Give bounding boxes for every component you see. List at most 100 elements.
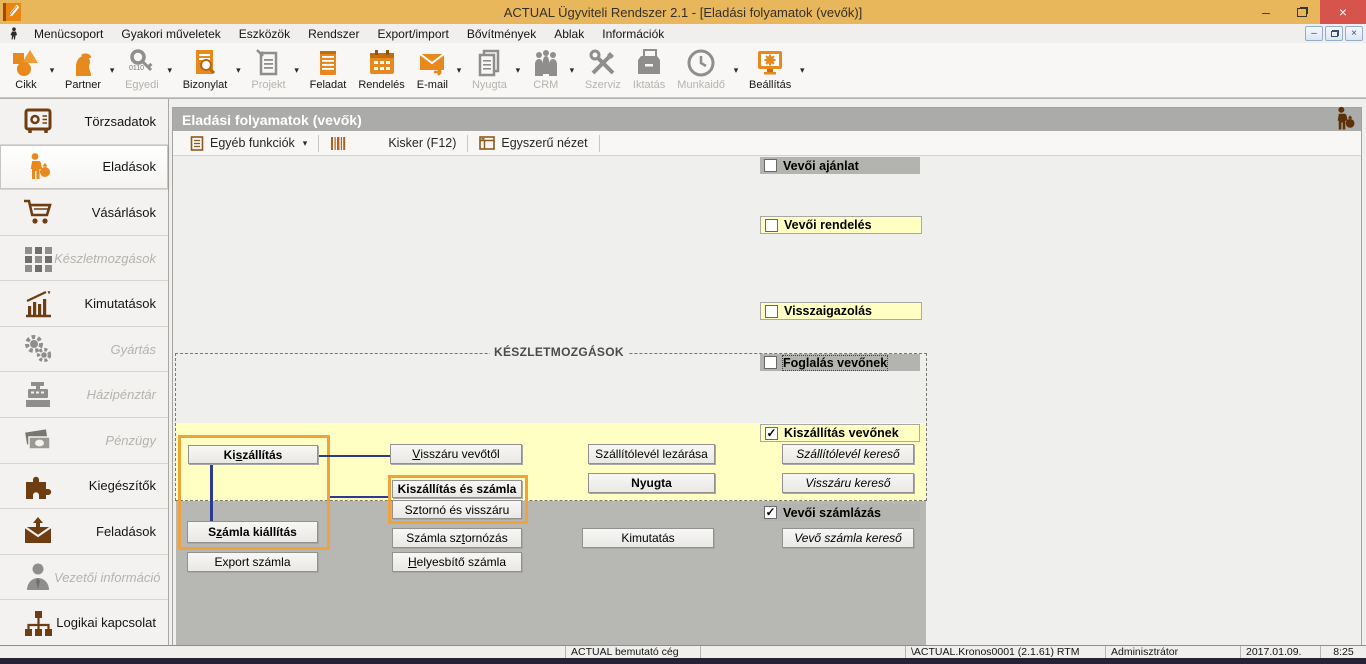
email-dropdown-arrow[interactable]: ▾ [453, 65, 465, 76]
status-empty-1 [0, 646, 565, 658]
checkbox-row-vevoi-rendeles[interactable]: Vevői rendelés [760, 216, 922, 234]
toolbar-item-email[interactable]: E-mail [410, 43, 453, 91]
menu-informaciok[interactable]: Információk [593, 27, 673, 41]
main-toolbar: Cikk ▾ Partner ▾ 0110 Egyedi ▾ Bizonylat… [0, 43, 1366, 98]
restore-icon [1297, 8, 1307, 17]
checkbox-row-foglalas-vevonek[interactable]: Foglalás vevőnek [760, 354, 920, 371]
bottom-edge-strip [0, 658, 1366, 664]
restore-button[interactable] [1284, 0, 1320, 24]
visszaru-kereso-button[interactable]: Visszáru kereső [782, 473, 914, 493]
separator [599, 135, 600, 152]
minimize-button[interactable]: – [1248, 0, 1284, 24]
menu-rendszer[interactable]: Rendszer [299, 27, 368, 41]
projekt-dropdown-arrow[interactable]: ▾ [291, 65, 303, 76]
crm-dropdown-arrow[interactable]: ▾ [566, 65, 578, 76]
kimutatas-button[interactable]: Kimutatás [582, 528, 714, 548]
toolbar-item-cikk[interactable]: Cikk [4, 43, 46, 91]
checkbox-vevoi-rendeles[interactable] [765, 219, 778, 232]
status-user: Adminisztrátor [1105, 646, 1240, 658]
partner-dropdown-arrow[interactable]: ▾ [106, 65, 118, 76]
bizonylat-dropdown-arrow[interactable]: ▾ [232, 65, 244, 76]
cikk-dropdown-arrow[interactable]: ▾ [46, 65, 58, 76]
visszaru-vevotol-button[interactable]: Visszáru vevőtől [390, 444, 522, 464]
helyesbito-szamla-button[interactable]: Helyesbítő számla [392, 552, 522, 572]
egyedi-dropdown-arrow[interactable]: ▾ [164, 65, 176, 76]
toolbar-item-partner[interactable]: Partner [58, 43, 106, 91]
menu-gyakori-muveletek[interactable]: Gyakori műveletek [112, 27, 229, 41]
sidebar-item-keszletmozgasok[interactable]: Készletmozgások [0, 236, 168, 282]
checkbox-vevoi-ajanlat[interactable] [764, 159, 777, 172]
window-title: ACTUAL Ügyviteli Rendszer 2.1 - [Eladási… [504, 5, 863, 20]
menu-bovitmenyek[interactable]: Bővítmények [458, 27, 545, 41]
vevo-szamla-kereso-button[interactable]: Vevő számla kereső [782, 528, 914, 548]
manager-icon [22, 561, 54, 593]
checkbox-row-visszaigazolas[interactable]: Visszaigazolás [760, 302, 922, 320]
toolbar-item-feladat[interactable]: Feladat [303, 43, 352, 91]
egyszeru-nezet-button[interactable]: Egyszerű nézet [468, 131, 598, 155]
kisker-button[interactable]: Kisker (F12) [319, 131, 467, 155]
szallitolevel-lezarasa-button[interactable]: Szállítólevél lezárása [588, 444, 715, 464]
nyugta-dropdown-arrow[interactable]: ▾ [512, 65, 524, 76]
rendeles-icon [367, 48, 397, 78]
checkbox-foglalas-vevonek[interactable] [764, 356, 777, 369]
menu-menucsoport[interactable]: Menücsoport [25, 27, 112, 41]
grid-icon [22, 242, 54, 274]
connector-kiszallitas-visszaru [318, 455, 390, 457]
menu-ablak[interactable]: Ablak [545, 27, 593, 41]
safe-icon [22, 105, 54, 137]
mdi-window-controls: – × [1305, 26, 1363, 41]
egyeb-funkciok-button[interactable]: Egyéb funkciók ▾ [179, 131, 318, 155]
action-bar: Egyéb funkciók ▾ Kisker (F12) Egyszerű n… [173, 131, 1361, 156]
toolbar-item-beallitas[interactable]: Beállítás [742, 43, 796, 91]
checkbox-row-kiszallitas-vevonek[interactable]: ✓ Kiszállítás vevőnek [760, 424, 920, 442]
checkbox-row-vevoi-szamlazas[interactable]: ✓ Vevői számlázás [760, 504, 920, 521]
checkbox-vevoi-szamlazas[interactable]: ✓ [764, 506, 777, 519]
close-button[interactable]: × [1320, 0, 1366, 24]
checkbox-visszaigazolas[interactable] [765, 305, 778, 318]
menu-eszkozok[interactable]: Eszközök [230, 27, 299, 41]
szamla-kiallitas-button[interactable]: Számla kiállítás [187, 521, 318, 543]
nyugta-button[interactable]: Nyugta [588, 473, 715, 493]
sidebar-item-kiegeszitok[interactable]: Kiegészítők [0, 464, 168, 510]
sidebar-item-hazipenztar[interactable]: Házipénztár [0, 372, 168, 418]
envelope-up-icon [22, 515, 54, 547]
sidebar-item-vasarlasok[interactable]: Vásárlások [0, 190, 168, 236]
checkbox-row-vevoi-ajanlat[interactable]: Vevői ajánlat [760, 157, 920, 174]
szallitolevel-kereso-button[interactable]: Szállítólevél kereső [782, 444, 914, 464]
toolbar-item-projekt[interactable]: Projekt [244, 43, 290, 91]
keszletmozgasok-group-label: KÉSZLETMOZGÁSOK [490, 345, 628, 359]
sidebar-item-logikai-kapcsolat[interactable]: Logikai kapcsolat [0, 600, 168, 645]
kiszallitas-button[interactable]: Kiszállítás [188, 445, 318, 464]
munkaido-dropdown-arrow[interactable]: ▾ [730, 65, 742, 76]
mdi-close-button[interactable]: × [1345, 26, 1363, 41]
sztorno-es-visszaru-button[interactable]: Sztornó és visszáru [392, 500, 522, 519]
toolbar-item-iktatas[interactable]: Iktatás [626, 43, 670, 91]
sidebar-item-torzsadatok[interactable]: Törzsadatok [0, 99, 168, 145]
beallitas-dropdown-arrow[interactable]: ▾ [796, 65, 808, 76]
szamla-sztornozas-button[interactable]: Számla sztornózás [392, 528, 522, 548]
toolbar-item-egyedi[interactable]: 0110 Egyedi [118, 43, 164, 91]
sidebar-item-feladasok[interactable]: Feladások [0, 509, 168, 555]
kiszallitas-es-szamla-button[interactable]: Kiszállítás és számla [392, 480, 522, 498]
toolbar-item-munkaido[interactable]: Munkaidő [670, 43, 730, 91]
toolbar-item-szerviz[interactable]: Szerviz [578, 43, 626, 91]
menu-export-import[interactable]: Export/import [368, 27, 457, 41]
toolbar-item-rendeles[interactable]: Rendelés [351, 43, 409, 91]
sidebar-item-penzugy[interactable]: Pénzügy [0, 418, 168, 464]
sidebar-item-eladasok[interactable]: Eladások [0, 145, 168, 191]
sidebar-item-gyartas[interactable]: Gyártás [0, 327, 168, 373]
toolbar-item-nyugta[interactable]: Nyugta [465, 43, 512, 91]
mdi-minimize-button[interactable]: – [1305, 26, 1323, 41]
puzzle-icon [22, 470, 54, 502]
customer-icon [1330, 104, 1358, 134]
sidebar-item-vezetoi-informacio[interactable]: Vezetői információ [0, 555, 168, 601]
toolbar-item-crm[interactable]: CRM [524, 43, 566, 91]
menu-bar: Menücsoport Gyakori műveletek Eszközök R… [0, 24, 1366, 43]
toolbar-item-bizonylat[interactable]: Bizonylat [176, 43, 233, 91]
export-szamla-button[interactable]: Export számla [187, 552, 318, 572]
connector-kiszallitas-szamla [210, 464, 213, 522]
sidebar-item-kimutatasok[interactable]: Kimutatások [0, 281, 168, 327]
mdi-restore-button[interactable] [1325, 26, 1343, 41]
checkbox-kiszallitas-vevonek[interactable]: ✓ [765, 427, 778, 440]
crm-icon [531, 48, 561, 78]
